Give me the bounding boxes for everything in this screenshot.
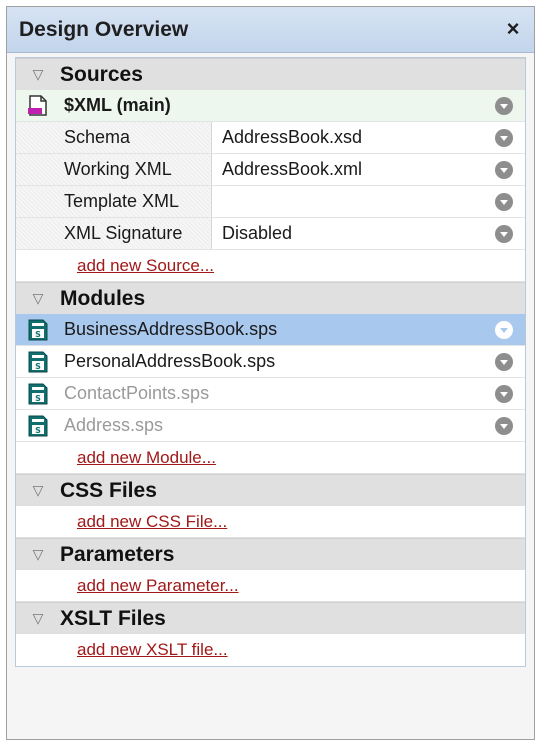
dropdown-circle-icon[interactable] bbox=[495, 320, 513, 339]
design-overview-window: Design Overview × ▽ Sources $XML (main) … bbox=[6, 6, 535, 740]
source-prop-row[interactable]: Working XML AddressBook.xml bbox=[16, 154, 525, 186]
collapse-triangle-icon[interactable]: ▽ bbox=[16, 482, 60, 499]
module-row[interactable]: S ContactPoints.sps bbox=[16, 378, 525, 410]
source-main-row[interactable]: $XML (main) bbox=[16, 90, 525, 122]
section-header-parameters[interactable]: ▽ Parameters bbox=[16, 538, 525, 570]
window-title: Design Overview bbox=[19, 17, 189, 41]
section-header-sources[interactable]: ▽ Sources bbox=[16, 58, 525, 90]
svg-text:S: S bbox=[35, 426, 41, 435]
module-label: Address.sps bbox=[64, 415, 164, 435]
module-label: ContactPoints.sps bbox=[64, 383, 210, 403]
add-parameter-row: add new Parameter... bbox=[16, 570, 525, 602]
sps-module-icon: S bbox=[16, 350, 60, 374]
dropdown-circle-icon[interactable] bbox=[495, 192, 513, 211]
prop-key: Template XML bbox=[16, 186, 212, 217]
module-row[interactable]: S PersonalAddressBook.sps bbox=[16, 346, 525, 378]
source-prop-row[interactable]: Template XML bbox=[16, 186, 525, 218]
dropdown-circle-icon[interactable] bbox=[495, 384, 513, 403]
section-title-parameters: Parameters bbox=[60, 542, 175, 566]
close-icon[interactable]: × bbox=[500, 16, 526, 42]
dropdown-circle-icon[interactable] bbox=[495, 416, 513, 435]
dropdown-circle-icon[interactable] bbox=[495, 128, 513, 147]
module-label: PersonalAddressBook.sps bbox=[64, 351, 276, 371]
module-row[interactable]: S BusinessAddressBook.sps bbox=[16, 314, 525, 346]
section-header-modules[interactable]: ▽ Modules bbox=[16, 282, 525, 314]
section-title-css: CSS Files bbox=[60, 478, 157, 502]
section-header-css[interactable]: ▽ CSS Files bbox=[16, 474, 525, 506]
dropdown-circle-icon[interactable] bbox=[495, 96, 513, 115]
svg-text:S: S bbox=[35, 394, 41, 403]
add-module-row: add new Module... bbox=[16, 442, 525, 474]
prop-key: Schema bbox=[16, 122, 212, 153]
dropdown-circle-icon[interactable] bbox=[495, 160, 513, 179]
title-bar: Design Overview × bbox=[7, 7, 534, 53]
add-source-row: add new Source... bbox=[16, 250, 525, 282]
prop-key: Working XML bbox=[16, 154, 212, 185]
add-module-link[interactable]: add new Module... bbox=[77, 448, 216, 468]
sps-module-icon: S bbox=[16, 414, 60, 438]
add-xslt-link[interactable]: add new XSLT file... bbox=[77, 640, 228, 660]
prop-value[interactable]: AddressBook.xsd bbox=[212, 127, 362, 148]
sps-module-icon: S bbox=[16, 318, 60, 342]
collapse-triangle-icon[interactable]: ▽ bbox=[16, 610, 60, 627]
svg-text:S: S bbox=[35, 362, 41, 371]
add-parameter-link[interactable]: add new Parameter... bbox=[77, 576, 239, 596]
collapse-triangle-icon[interactable]: ▽ bbox=[16, 66, 60, 83]
add-css-link[interactable]: add new CSS File... bbox=[77, 512, 227, 532]
source-main-label: $XML (main) bbox=[64, 95, 171, 115]
module-row[interactable]: S Address.sps bbox=[16, 410, 525, 442]
module-label: BusinessAddressBook.sps bbox=[64, 319, 278, 339]
add-css-row: add new CSS File... bbox=[16, 506, 525, 538]
collapse-triangle-icon[interactable]: ▽ bbox=[16, 546, 60, 563]
section-header-xslt[interactable]: ▽ XSLT Files bbox=[16, 602, 525, 634]
section-title-xslt: XSLT Files bbox=[60, 606, 166, 630]
prop-value[interactable]: Disabled bbox=[212, 223, 292, 244]
prop-value[interactable]: AddressBook.xml bbox=[212, 159, 362, 180]
section-title-sources: Sources bbox=[60, 62, 143, 86]
add-source-link[interactable]: add new Source... bbox=[77, 256, 214, 276]
xml-file-icon bbox=[16, 94, 60, 118]
source-prop-row[interactable]: Schema AddressBook.xsd bbox=[16, 122, 525, 154]
prop-key: XML Signature bbox=[16, 218, 212, 249]
section-title-modules: Modules bbox=[60, 286, 146, 310]
sps-module-icon: S bbox=[16, 382, 60, 406]
overview-panel: ▽ Sources $XML (main) Schema AddressBook… bbox=[15, 57, 526, 667]
source-prop-row[interactable]: XML Signature Disabled bbox=[16, 218, 525, 250]
dropdown-circle-icon[interactable] bbox=[495, 352, 513, 371]
add-xslt-row: add new XSLT file... bbox=[16, 634, 525, 666]
svg-text:S: S bbox=[35, 330, 41, 339]
collapse-triangle-icon[interactable]: ▽ bbox=[16, 290, 60, 307]
dropdown-circle-icon[interactable] bbox=[495, 224, 513, 243]
